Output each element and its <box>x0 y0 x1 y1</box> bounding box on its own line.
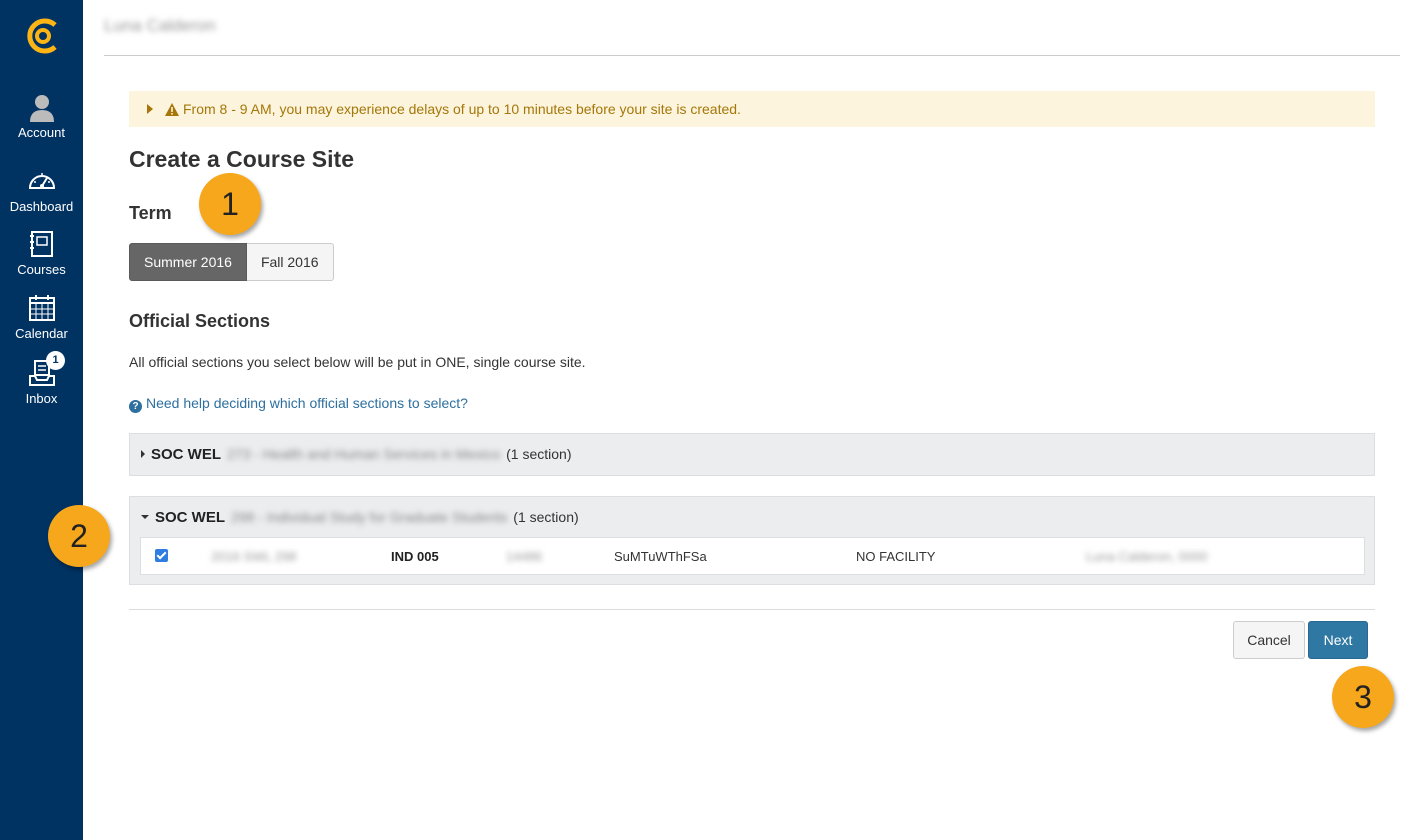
instructor-redacted: Luna Calderon, 0000 <box>1086 549 1208 564</box>
main-content: From 8 - 9 AM, you may experience delays… <box>129 91 1375 659</box>
logo-icon[interactable] <box>22 16 62 56</box>
calendar-icon <box>28 295 55 321</box>
callout-2: 2 <box>48 505 110 567</box>
section-location: NO FACILITY <box>856 549 936 564</box>
sidebar-item-inbox[interactable]: 1 Inbox <box>0 351 83 406</box>
section-count: (1 section) <box>506 446 572 462</box>
sidebar-item-label: Courses <box>17 262 66 277</box>
ccn-redacted: 14486 <box>506 549 543 564</box>
sidebar-item-label: Account <box>18 125 65 140</box>
course-title-redacted: 273 - Health and Human Services in Mexic… <box>227 446 501 462</box>
sidebar-item-dashboard[interactable]: Dashboard <box>0 166 83 214</box>
callout-3: 3 <box>1332 666 1394 728</box>
section-id-redacted: 2016 SWL 298 <box>211 549 297 564</box>
caret-right-icon <box>141 450 145 458</box>
alert-text: From 8 - 9 AM, you may experience delays… <box>183 101 741 117</box>
course-toggle[interactable]: SOC WEL 298 - Individual Study for Gradu… <box>141 507 579 527</box>
page-title: Create a Course Site <box>129 146 354 172</box>
cancel-button[interactable]: Cancel <box>1233 621 1305 659</box>
section-row: 2016 SWL 298 IND 005 14486 SuMTuWThFSa N… <box>140 537 1365 575</box>
sidebar-item-label: Calendar <box>15 326 68 341</box>
sidebar-item-label: Inbox <box>25 391 58 406</box>
question-icon: ? <box>129 400 142 413</box>
course-toggle[interactable]: SOC WEL 273 - Health and Human Services … <box>141 444 572 464</box>
top-header: Luna Calderon <box>104 0 1400 56</box>
sidebar-item-calendar[interactable]: Calendar <box>0 293 83 341</box>
expand-caret-icon[interactable] <box>147 104 153 114</box>
sections-heading: Official Sections <box>129 311 271 331</box>
term-fall-2016-button[interactable]: Fall 2016 <box>246 243 334 281</box>
section-count: (1 section) <box>513 509 579 525</box>
course-panel: SOC WEL 298 - Individual Study for Gradu… <box>129 496 1375 585</box>
sections-description: All official sections you select below w… <box>129 354 586 370</box>
courses-icon <box>29 231 53 257</box>
inbox-badge: 1 <box>46 351 65 370</box>
help-link-text: Need help deciding which official sectio… <box>146 395 468 411</box>
help-link[interactable]: ? Need help deciding which official secti… <box>129 395 468 413</box>
section-label: IND 005 <box>391 549 439 564</box>
term-heading: Term <box>129 203 172 223</box>
sidebar-item-courses[interactable]: Courses <box>0 229 83 277</box>
account-icon <box>29 95 54 122</box>
course-panel: SOC WEL 273 - Health and Human Services … <box>129 433 1375 476</box>
caret-down-icon <box>141 515 149 519</box>
sidebar: Account Dashboard Courses Calendar 1 Inb… <box>0 0 83 840</box>
sidebar-item-label: Dashboard <box>9 199 74 214</box>
course-code: SOC WEL <box>151 445 221 463</box>
dashboard-icon <box>28 173 55 189</box>
user-name[interactable]: Luna Calderon <box>104 16 216 36</box>
course-code: SOC WEL <box>155 508 225 526</box>
next-button[interactable]: Next <box>1308 621 1368 659</box>
delay-alert[interactable]: From 8 - 9 AM, you may experience delays… <box>129 91 1375 127</box>
course-title-redacted: 298 - Individual Study for Graduate Stud… <box>231 509 508 525</box>
section-checkbox[interactable] <box>155 549 168 562</box>
term-selector: Summer 2016 Fall 2016 <box>129 243 334 281</box>
term-summer-2016-button[interactable]: Summer 2016 <box>129 243 247 281</box>
section-days: SuMTuWThFSa <box>614 549 707 564</box>
sidebar-item-account[interactable]: Account <box>0 92 83 140</box>
divider <box>129 609 1375 610</box>
callout-1: 1 <box>199 173 261 235</box>
warning-icon <box>165 103 179 116</box>
